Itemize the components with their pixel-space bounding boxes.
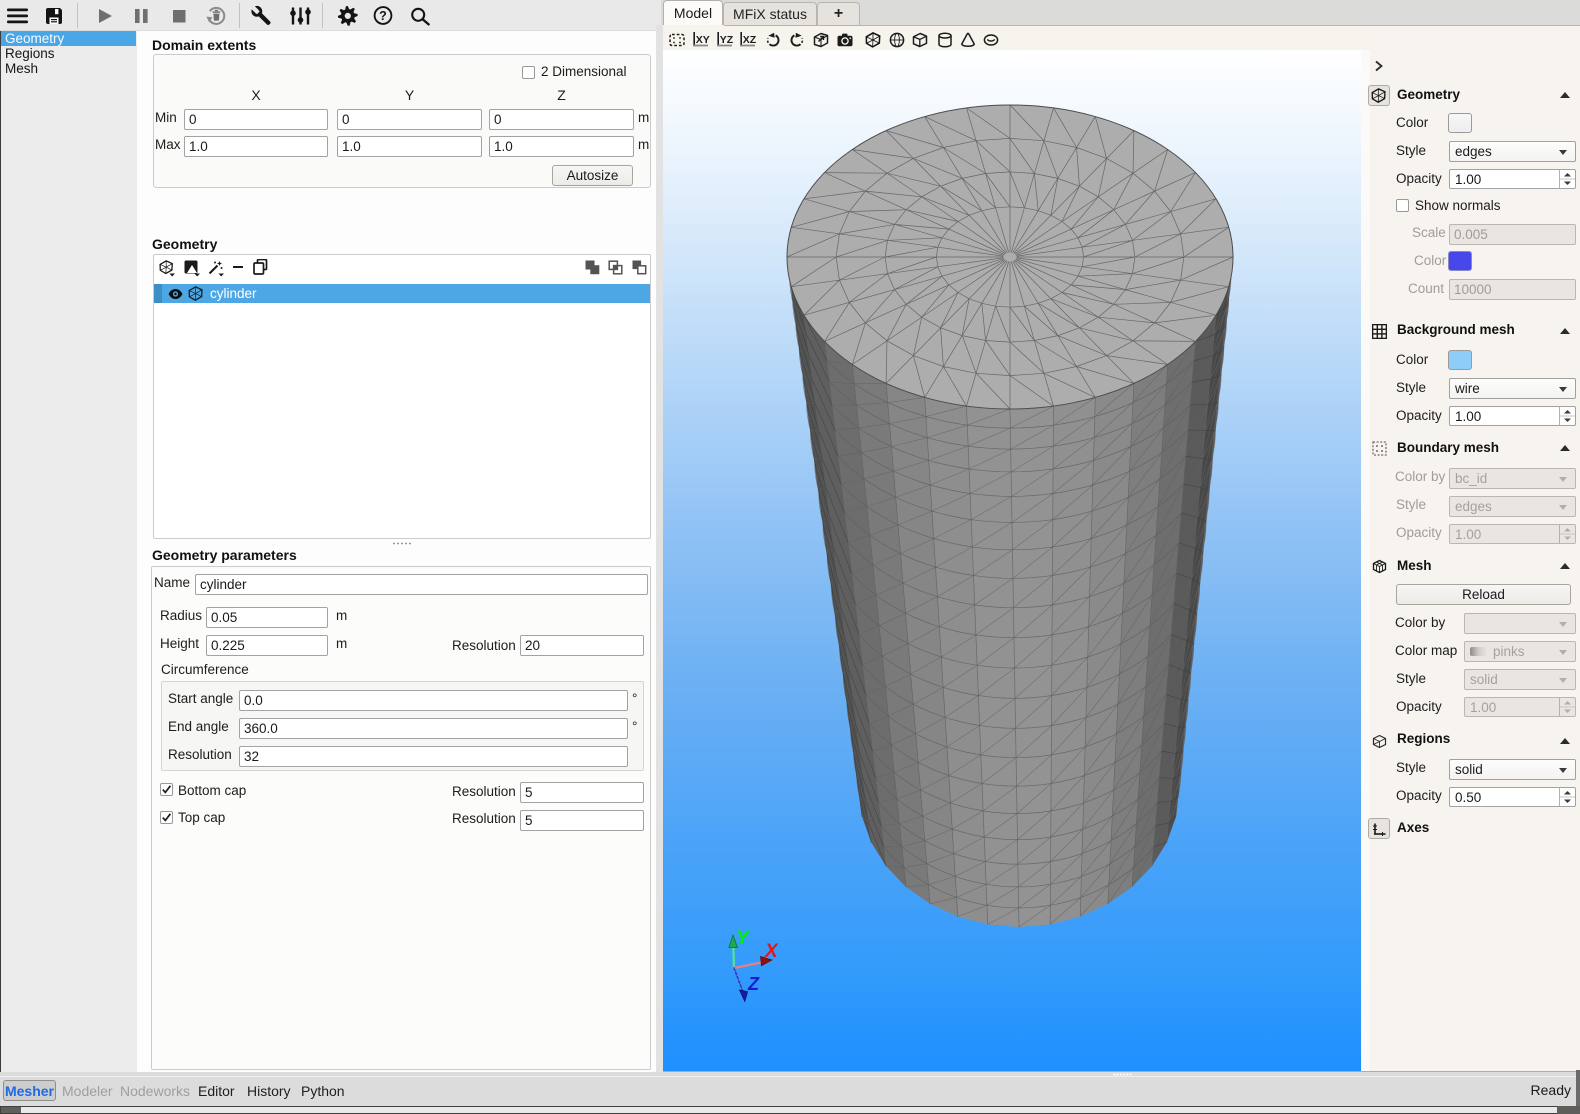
svg-text:XY: XY	[696, 34, 710, 46]
svg-text:Z: Z	[747, 974, 760, 994]
svg-text:?: ?	[379, 9, 387, 23]
svg-text:YZ: YZ	[720, 34, 734, 46]
svg-text:XZ: XZ	[743, 34, 757, 46]
svg-text:X: X	[764, 941, 779, 962]
